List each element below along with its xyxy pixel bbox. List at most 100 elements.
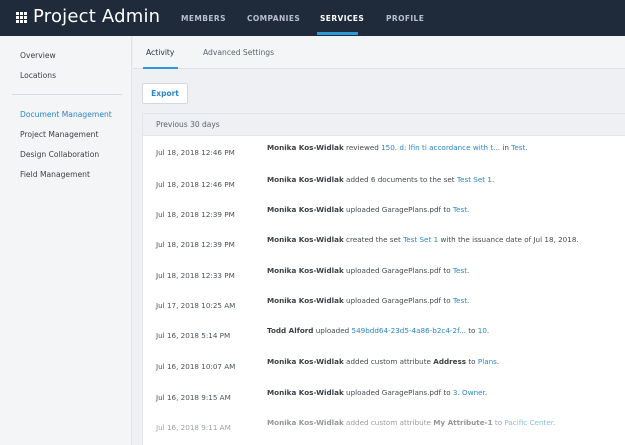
- activity-row: Jul 18, 2018 12:39 PM Monika Kos-Widlak c…: [143, 228, 625, 259]
- panel-header: Previous 30 days: [143, 114, 625, 136]
- activity-date: Jul 17, 2018 10:25 AM: [156, 301, 236, 310]
- activity-joiner: to: [492, 418, 505, 427]
- sidebar-item-project-management[interactable]: Project Management: [20, 130, 98, 139]
- nav-members[interactable]: MEMBERS: [181, 0, 226, 36]
- sidebar-item-document-management[interactable]: Document Management: [20, 110, 112, 119]
- activity-row: Jul 18, 2018 12:39 PM Monika Kos-Widlak u…: [143, 198, 625, 229]
- sidebar-item-overview[interactable]: Overview: [20, 51, 56, 60]
- activity-user: Monika Kos-Widlak: [267, 175, 344, 184]
- activity-date: Jul 16, 2018 5:14 PM: [156, 331, 231, 340]
- activity-action: uploaded GaragePlans.pdf to: [343, 205, 453, 214]
- nav-active-indicator: [317, 32, 358, 35]
- activity-text: with the issuance date of Jul 18, 2018.: [438, 235, 579, 244]
- activity-date: Jul 18, 2018 12:46 PM: [156, 180, 235, 189]
- activity-action: uploaded: [313, 326, 352, 335]
- sidebar-divider: [12, 94, 122, 95]
- activity-user: Monika Kos-Widlak: [267, 418, 344, 427]
- activity-target-link[interactable]: 10: [478, 326, 487, 335]
- activity-description: Monika Kos-Widlak added 6 documents to t…: [267, 175, 494, 184]
- activity-action: uploaded GaragePlans.pdf to: [343, 388, 453, 397]
- activity-text: .: [486, 326, 490, 335]
- activity-text: .: [467, 266, 470, 275]
- panel-header-label: Previous 30 days: [156, 120, 220, 129]
- activity-target-link[interactable]: Plans: [478, 357, 497, 366]
- tab-advanced-settings[interactable]: Advanced Settings: [203, 48, 274, 57]
- app-title: Project Admin: [33, 6, 161, 27]
- activity-link[interactable]: 3. Owner: [453, 388, 485, 397]
- activity-row: Jul 18, 2018 12:33 PM Monika Kos-Widlak u…: [143, 259, 625, 290]
- activity-link[interactable]: 549bdd64-23d5-4a86-b2c4-2f...: [352, 326, 466, 335]
- activity-description: Monika Kos-Widlak uploaded GaragePlans.p…: [267, 205, 469, 214]
- activity-text: to: [465, 326, 478, 335]
- tab-active-indicator: [143, 67, 178, 69]
- activity-link[interactable]: Test: [453, 205, 467, 214]
- activity-attribute-name: My Attribute-1: [433, 418, 493, 427]
- activity-action: reviewed: [343, 143, 382, 152]
- activity-user: Monika Kos-Widlak: [267, 143, 344, 152]
- activity-link[interactable]: 150. d: lfin ti accordance with t...: [381, 143, 500, 152]
- activity-text: .: [496, 357, 500, 366]
- activity-date: Jul 16, 2018 10:07 AM: [156, 362, 236, 371]
- activity-description: Monika Kos-Widlak reviewed 150. d: lfin …: [267, 143, 528, 152]
- activity-user: Todd Alford: [267, 326, 314, 335]
- activity-text: .: [467, 296, 470, 305]
- activity-date: Jul 18, 2018 12:33 PM: [156, 271, 235, 280]
- activity-row: Jul 18, 2018 12:46 PM Monika Kos-Widlak a…: [143, 168, 625, 199]
- activity-description: Todd Alford uploaded 549bdd64-23d5-4a86-…: [267, 326, 489, 335]
- activity-user: Monika Kos-Widlak: [267, 388, 344, 397]
- activity-description: Monika Kos-Widlak uploaded GaragePlans.p…: [267, 266, 469, 275]
- sidebar: Overview Locations Document Management P…: [0, 36, 132, 445]
- activity-row: Jul 16, 2018 9:11 AM Monika Kos-Widlak ad…: [143, 411, 625, 442]
- nav-companies[interactable]: COMPANIES: [247, 0, 300, 36]
- activity-text: in: [500, 143, 512, 152]
- activity-user: Monika Kos-Widlak: [267, 296, 344, 305]
- activity-row: Jul 16, 2018 10:07 AM Monika Kos-Widlak a…: [143, 350, 625, 381]
- nav-services[interactable]: SERVICES: [320, 0, 364, 36]
- activity-date: Jul 16, 2018 9:11 AM: [156, 423, 231, 432]
- activity-action: created the set: [343, 235, 404, 244]
- activity-link[interactable]: Test: [453, 296, 467, 305]
- activity-date: Jul 18, 2018 12:39 PM: [156, 210, 235, 219]
- activity-action: uploaded GaragePlans.pdf to: [343, 296, 453, 305]
- activity-link[interactable]: Test Set 1: [457, 175, 492, 184]
- activity-action: added custom attribute: [343, 357, 434, 366]
- activity-text: .: [491, 175, 495, 184]
- activity-target-link[interactable]: Test: [511, 143, 525, 152]
- activity-date: Jul 18, 2018 12:46 PM: [156, 148, 235, 157]
- activity-description: Monika Kos-Widlak uploaded GaragePlans.p…: [267, 296, 469, 305]
- activity-text: .: [484, 388, 488, 397]
- activity-target-link[interactable]: Pacific Center: [504, 418, 553, 427]
- nav-profile[interactable]: PROFILE: [386, 0, 424, 36]
- activity-user: Monika Kos-Widlak: [267, 205, 344, 214]
- activity-action: uploaded GaragePlans.pdf to: [343, 266, 453, 275]
- activity-text: .: [553, 418, 556, 427]
- activity-description: Monika Kos-Widlak added custom attribute…: [267, 357, 499, 366]
- activity-panel: Previous 30 days Jul 18, 2018 12:46 PM Mo…: [142, 113, 625, 445]
- top-bar: Project Admin MEMBERS COMPANIES SERVICES…: [0, 0, 625, 36]
- activity-row: Jul 16, 2018 5:14 PM Todd Alford uploaded…: [143, 319, 625, 350]
- activity-link[interactable]: Test: [453, 266, 467, 275]
- grid-icon[interactable]: [16, 12, 27, 23]
- activity-row: Jul 18, 2018 12:46 PM Monika Kos-Widlak r…: [143, 136, 625, 167]
- activity-row: Jul 16, 2018 9:15 AM Monika Kos-Widlak up…: [143, 381, 625, 412]
- activity-date: Jul 18, 2018 12:39 PM: [156, 240, 235, 249]
- activity-action: added custom attribute: [343, 418, 434, 427]
- activity-date: Jul 16, 2018 9:15 AM: [156, 393, 231, 402]
- activity-user: Monika Kos-Widlak: [267, 235, 344, 244]
- sidebar-item-locations[interactable]: Locations: [20, 71, 56, 80]
- export-button[interactable]: Export: [142, 83, 188, 104]
- sidebar-item-design-collaboration[interactable]: Design Collaboration: [20, 150, 99, 159]
- activity-description: Monika Kos-Widlak added custom attribute…: [267, 418, 555, 427]
- activity-user: Monika Kos-Widlak: [267, 357, 344, 366]
- activity-text: .: [525, 143, 528, 152]
- activity-user: Monika Kos-Widlak: [267, 266, 344, 275]
- activity-link[interactable]: Test Set 1: [403, 235, 438, 244]
- tab-strip: Activity Advanced Settings: [133, 36, 625, 69]
- tab-activity[interactable]: Activity: [146, 48, 174, 57]
- activity-attribute-name: Address: [433, 357, 467, 366]
- activity-action: added 6 documents to the set: [343, 175, 457, 184]
- activity-description: Monika Kos-Widlak created the set Test S…: [267, 235, 579, 244]
- sidebar-item-field-management[interactable]: Field Management: [20, 170, 90, 179]
- activity-description: Monika Kos-Widlak uploaded GaragePlans.p…: [267, 388, 487, 397]
- activity-text: .: [467, 205, 470, 214]
